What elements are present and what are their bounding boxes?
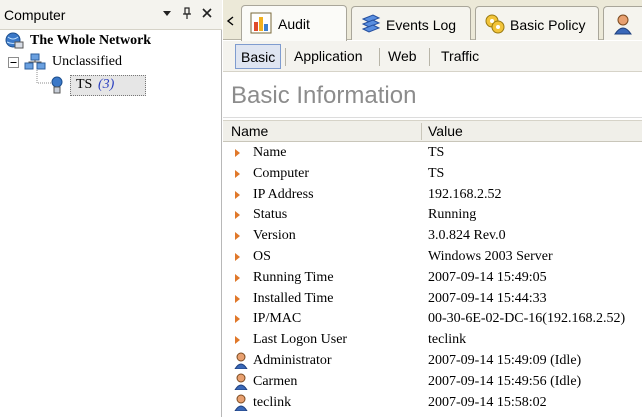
user-icon	[234, 373, 248, 390]
user-value: 2007-09-14 15:49:09 (Idle)	[428, 353, 582, 368]
bullet-arrow-icon	[235, 336, 240, 344]
table-row[interactable]: Status Running	[223, 205, 642, 225]
tab-events-log-label: Events Log	[386, 17, 457, 33]
row-name: Status	[253, 207, 288, 222]
panel-title-bar: Computer	[0, 0, 222, 30]
row-value: TS	[428, 145, 445, 160]
row-value: 2007-09-14 15:44:33	[428, 291, 547, 306]
group-computers-icon	[24, 53, 46, 70]
table-row[interactable]: IP Address 192.168.2.52	[223, 185, 642, 205]
section-title: Basic Information	[231, 82, 417, 109]
row-value: TS	[428, 166, 445, 181]
table-row[interactable]: OS Windows 2003 Server	[223, 247, 642, 267]
user-value: 2007-09-14 15:49:56 (Idle)	[428, 374, 582, 389]
row-name: Version	[253, 228, 296, 243]
row-name: Name	[253, 145, 287, 160]
network-globe-icon	[5, 32, 24, 49]
title-divider	[223, 117, 642, 118]
bullet-arrow-icon	[235, 295, 240, 303]
row-value: teclink	[428, 332, 467, 347]
tab-bar: Audit Events Log Basic Policy	[223, 0, 642, 41]
column-resize-handle[interactable]	[421, 123, 422, 140]
tab-audit-label: Audit	[278, 16, 310, 32]
tab-overflow-partial[interactable]	[603, 6, 642, 40]
subtab-application[interactable]: Application	[289, 44, 368, 69]
tab-audit[interactable]: Audit	[241, 5, 347, 41]
table-row[interactable]: Name TS	[223, 143, 642, 163]
bullet-arrow-icon	[235, 191, 240, 199]
table-row[interactable]: Computer TS	[223, 164, 642, 184]
bullet-arrow-icon	[235, 211, 240, 219]
close-icon[interactable]	[200, 6, 214, 20]
subtab-separator	[379, 48, 380, 66]
column-header-name[interactable]: Name	[231, 123, 268, 139]
basic-policy-icon	[485, 14, 505, 34]
tree-node-label: TS	[76, 77, 93, 92]
row-name: OS	[253, 249, 271, 264]
pin-icon[interactable]	[180, 6, 194, 20]
row-name: Last Logon User	[253, 332, 348, 347]
row-value: Running	[428, 207, 477, 222]
user-icon	[234, 394, 248, 411]
row-name: Running Time	[253, 270, 334, 285]
dropdown-arrow-icon[interactable]	[160, 6, 174, 20]
user-tab-icon	[614, 14, 632, 35]
subtab-separator	[285, 48, 286, 66]
user-icon	[234, 352, 248, 369]
row-value: 192.168.2.52	[428, 187, 502, 202]
user-row[interactable]: teclink 2007-09-14 15:58:02	[223, 393, 642, 413]
table-row[interactable]: IP/MAC 00-30-6E-02-DC-16(192.168.2.52)	[223, 309, 642, 329]
subtab-traffic[interactable]: Traffic	[436, 44, 484, 69]
row-value: 00-30-6E-02-DC-16(192.168.2.52)	[428, 311, 626, 326]
row-name: Installed Time	[253, 291, 334, 306]
row-value: 2007-09-14 15:49:05	[428, 270, 547, 285]
user-name: teclink	[253, 395, 292, 410]
table-row[interactable]: Version 3.0.824 Rev.0	[223, 226, 642, 246]
table-row[interactable]: Running Time 2007-09-14 15:49:05	[223, 268, 642, 288]
bullet-arrow-icon	[235, 232, 240, 240]
row-name: Computer	[253, 166, 309, 181]
row-name: IP Address	[253, 187, 314, 202]
tree-root-label: The Whole Network	[30, 33, 152, 48]
collapse-minus-icon[interactable]	[8, 57, 19, 68]
detail-pane: Audit Events Log Basic Policy Basic Appl…	[223, 0, 642, 417]
tab-basic-policy[interactable]: Basic Policy	[475, 6, 599, 40]
tree-node-count: (3)	[98, 77, 115, 92]
row-value: Windows 2003 Server	[428, 249, 553, 264]
bullet-arrow-icon	[235, 315, 240, 323]
bullet-arrow-icon	[235, 253, 240, 261]
row-value: 3.0.824 Rev.0	[428, 228, 506, 243]
panel-title: Computer	[4, 7, 66, 23]
bullet-arrow-icon	[235, 170, 240, 178]
tree-root[interactable]: The Whole Network	[0, 31, 222, 51]
audit-chart-icon	[250, 12, 272, 34]
user-name: Carmen	[253, 374, 298, 389]
computer-node-icon	[51, 76, 63, 94]
tab-events-log[interactable]: Events Log	[351, 6, 471, 40]
bullet-arrow-icon	[235, 274, 240, 282]
column-header: Name Value	[223, 120, 642, 142]
subtab-basic[interactable]: Basic	[235, 44, 282, 69]
user-name: Administrator	[253, 353, 332, 368]
bullet-arrow-icon	[235, 149, 240, 157]
column-header-value[interactable]: Value	[428, 123, 463, 139]
tree-group-label: Unclassified	[52, 54, 122, 69]
tab-basic-policy-label: Basic Policy	[510, 17, 586, 33]
user-row[interactable]: Administrator 2007-09-14 15:49:09 (Idle)	[223, 351, 642, 371]
table-row[interactable]: Installed Time 2007-09-14 15:44:33	[223, 289, 642, 309]
events-log-icon	[361, 14, 381, 33]
subtab-separator	[429, 48, 430, 66]
computer-panel: Computer The Whole Network Unclassified …	[0, 0, 222, 417]
scroll-left-icon[interactable]	[225, 14, 237, 28]
tree-group-unclassified[interactable]: Unclassified	[0, 52, 222, 72]
user-value: 2007-09-14 15:58:02	[428, 395, 547, 410]
user-row[interactable]: Carmen 2007-09-14 15:49:56 (Idle)	[223, 372, 642, 392]
subtab-web[interactable]: Web	[383, 44, 422, 69]
row-name: IP/MAC	[253, 311, 302, 326]
sub-tab-bar: Basic Application Web Traffic	[223, 41, 642, 72]
tree-node-ts[interactable]: TS (3)	[50, 75, 170, 96]
table-row[interactable]: Last Logon User teclink	[223, 330, 642, 350]
